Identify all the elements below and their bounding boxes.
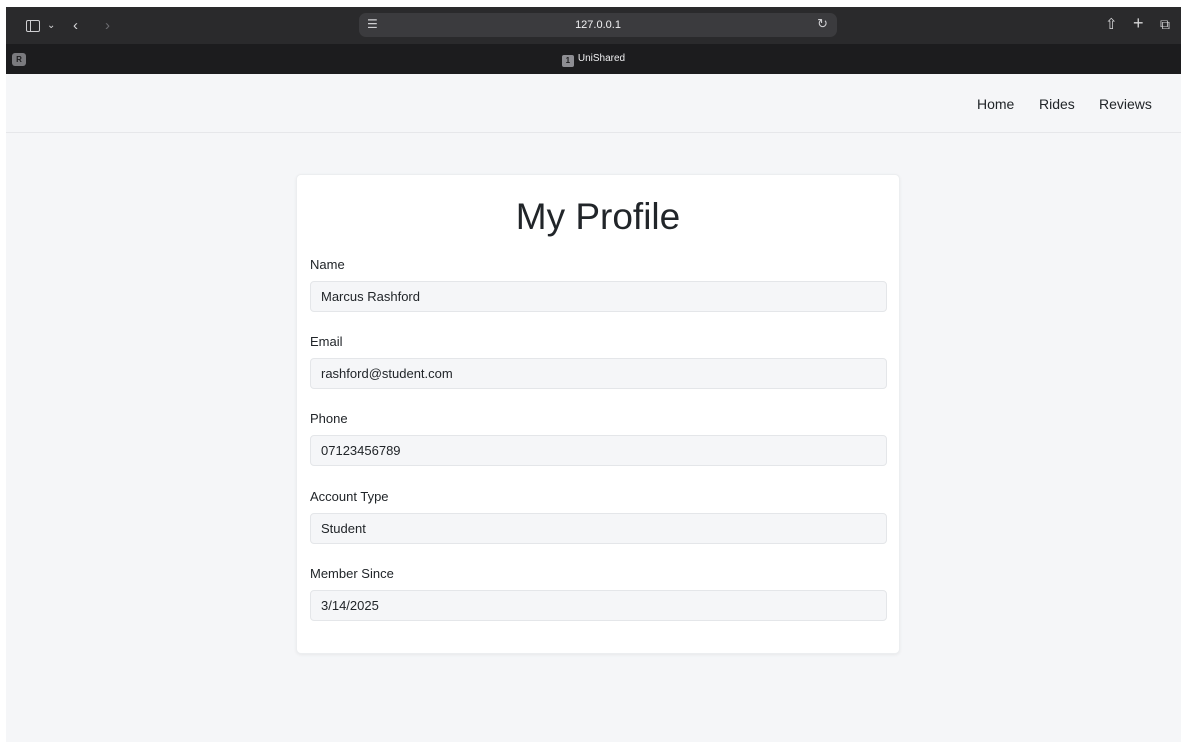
member-since-value: 3/14/2025 xyxy=(321,598,379,613)
nav-link-reviews[interactable]: Reviews xyxy=(1099,96,1152,112)
email-label: Email xyxy=(310,334,343,349)
address-bar[interactable]: ☰ 127.0.0.1 ↻ xyxy=(359,13,837,37)
sidebar-toggle-icon[interactable] xyxy=(26,20,40,32)
site-navbar: Home Rides Reviews xyxy=(6,74,1181,133)
account-type-value: Student xyxy=(321,521,366,536)
name-value: Marcus Rashford xyxy=(321,289,420,304)
phone-label: Phone xyxy=(310,411,348,426)
tab-favicon: 1 xyxy=(561,55,574,67)
reload-icon[interactable]: ↻ xyxy=(817,16,828,32)
share-icon[interactable]: ⇧ xyxy=(1105,16,1118,33)
back-arrow-icon[interactable]: ‹ xyxy=(73,17,78,34)
account-type-field: Student xyxy=(310,513,887,544)
browser-toolbar: ⌄ ‹ › ☰ 127.0.0.1 ↻ ⇧ + ⧉ xyxy=(6,7,1181,44)
email-field: rashford@student.com xyxy=(310,358,887,389)
browser-window: ⌄ ‹ › ☰ 127.0.0.1 ↻ ⇧ + ⧉ R 1 UniShared H… xyxy=(6,7,1181,742)
tab-unishared[interactable]: 1 UniShared xyxy=(6,52,1181,67)
page-title: My Profile xyxy=(515,196,681,237)
member-since-field: 3/14/2025 xyxy=(310,590,887,621)
plus-icon[interactable]: + xyxy=(1133,14,1144,32)
profile-card: My Profile Name Marcus Rashford Email ra… xyxy=(296,174,900,654)
phone-field: 07123456789 xyxy=(310,435,887,466)
name-label: Name xyxy=(310,257,345,272)
forward-arrow-icon[interactable]: › xyxy=(105,17,110,34)
account-type-label: Account Type xyxy=(310,489,389,504)
name-field: Marcus Rashford xyxy=(310,281,887,312)
email-value: rashford@student.com xyxy=(321,366,453,381)
member-since-label: Member Since xyxy=(310,566,394,581)
tab-title: UniShared xyxy=(577,53,626,64)
phone-value: 07123456789 xyxy=(321,443,401,458)
nav-link-rides[interactable]: Rides xyxy=(1039,96,1075,112)
tab-overview-icon[interactable]: ⧉ xyxy=(1160,16,1170,33)
nav-link-home[interactable]: Home xyxy=(977,96,1014,112)
address-url[interactable]: 127.0.0.1 xyxy=(359,18,837,32)
tab-bar: R 1 UniShared xyxy=(6,44,1181,74)
chevron-down-icon[interactable]: ⌄ xyxy=(47,17,55,34)
